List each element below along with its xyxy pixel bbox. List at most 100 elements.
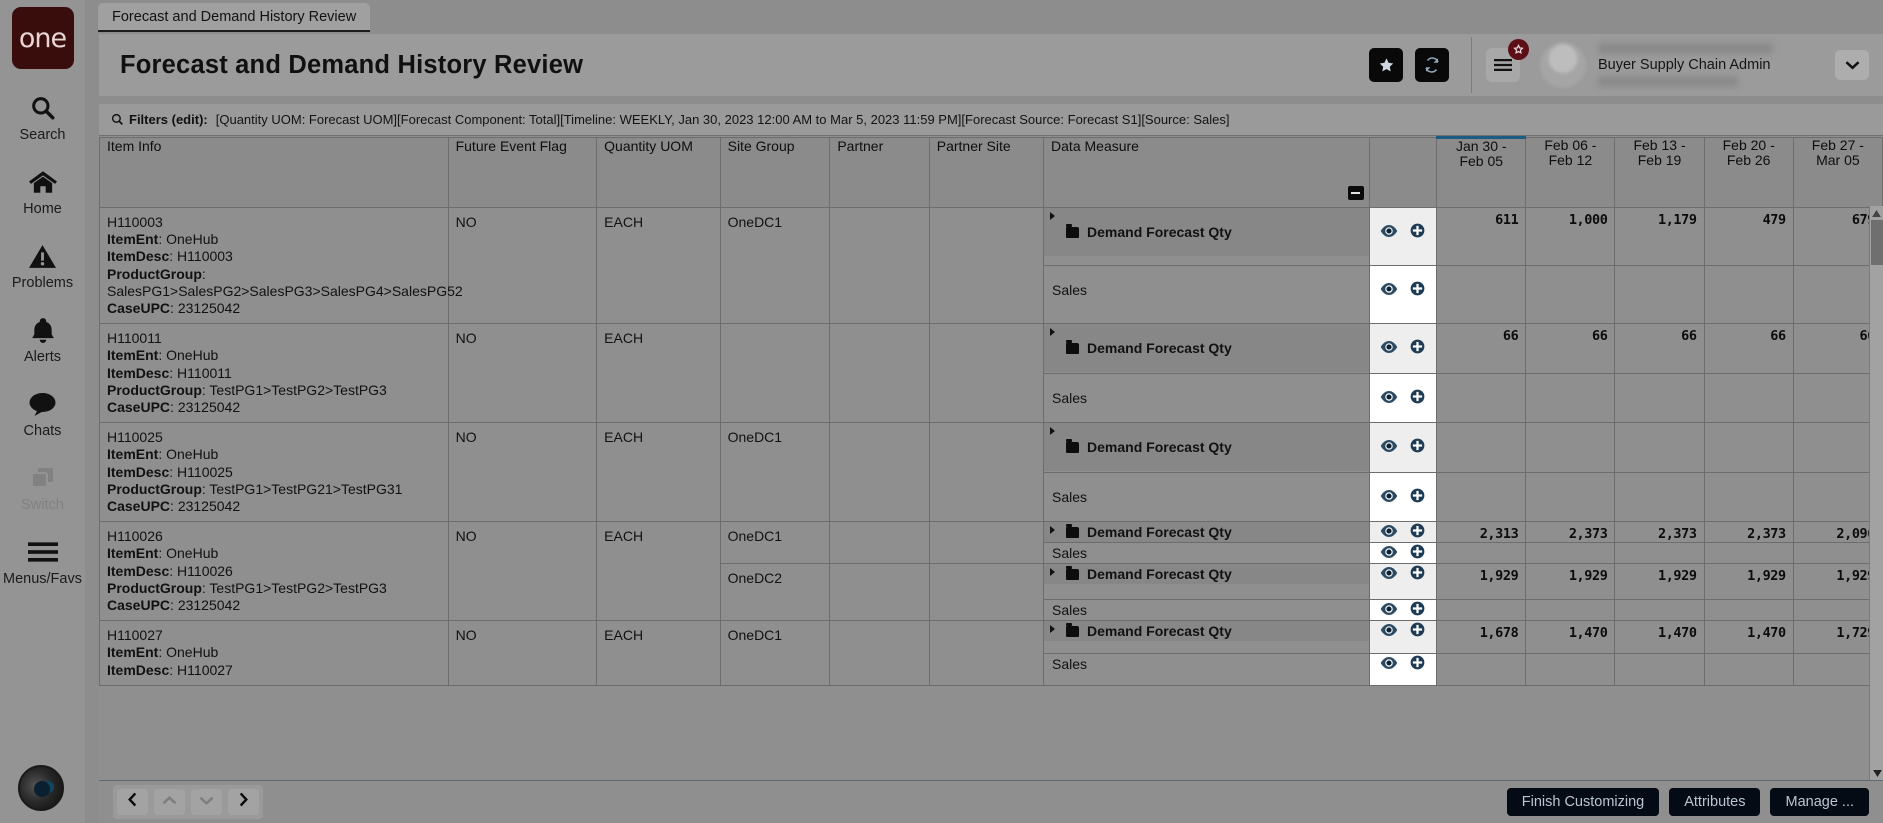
row-actions-cell[interactable] — [1368, 206, 1438, 267]
value-cell[interactable] — [1525, 599, 1616, 622]
value-cell[interactable] — [1525, 422, 1616, 473]
value-cell[interactable] — [1703, 542, 1794, 565]
scroll-down-button[interactable] — [1870, 766, 1883, 780]
scroll-up-button[interactable] — [1870, 206, 1883, 220]
pager-chevron-up[interactable] — [154, 789, 185, 815]
value-cell[interactable]: 1,929 — [1703, 563, 1794, 601]
value-cell[interactable] — [1525, 471, 1616, 523]
eye-icon[interactable] — [1380, 623, 1398, 639]
value-cell[interactable]: 1,470 — [1525, 620, 1616, 654]
plus-circle-icon[interactable] — [1410, 389, 1425, 407]
eye-icon[interactable] — [1380, 602, 1398, 618]
table-row[interactable]: H110026 ItemEnt: OneHub ItemDesc: H110026 P… — [99, 521, 1883, 622]
table-row[interactable]: H110003 ItemEnt: OneHub ItemDesc: H110003 P… — [99, 206, 1883, 325]
data-measure-cell[interactable]: Demand Forecast Qty — [1043, 521, 1370, 544]
value-cell[interactable]: 2,373 — [1703, 521, 1794, 544]
plus-circle-icon[interactable] — [1410, 488, 1425, 506]
column-header-item-info[interactable]: Item Info — [99, 137, 449, 208]
value-cell[interactable] — [1436, 542, 1527, 565]
plus-circle-icon[interactable] — [1410, 223, 1425, 241]
eye-icon[interactable] — [1380, 390, 1398, 406]
column-header-period-0[interactable]: Jan 30 - Feb 05 — [1436, 136, 1527, 208]
sidebar-item-search[interactable]: Search — [0, 91, 85, 143]
row-actions-cell[interactable] — [1368, 265, 1438, 325]
value-cell[interactable] — [1614, 599, 1705, 622]
value-cell[interactable] — [1703, 599, 1794, 622]
plus-circle-icon[interactable] — [1410, 622, 1425, 640]
expand-arrow-icon[interactable] — [1050, 625, 1056, 634]
value-cell[interactable]: 66 — [1436, 323, 1527, 374]
column-header-period-3[interactable]: Feb 20 - Feb 26 — [1703, 137, 1794, 208]
expand-arrow-icon[interactable] — [1050, 526, 1056, 535]
row-actions-cell[interactable] — [1368, 620, 1438, 654]
value-cell[interactable] — [1436, 265, 1527, 325]
value-cell[interactable] — [1703, 372, 1794, 424]
eye-icon[interactable] — [1380, 224, 1398, 240]
plus-circle-icon[interactable] — [1410, 523, 1425, 541]
collapse-icon[interactable] — [1347, 186, 1364, 200]
eye-icon[interactable] — [1380, 524, 1398, 540]
refresh-button[interactable] — [1415, 48, 1449, 82]
row-actions-cell[interactable] — [1368, 422, 1438, 473]
column-header-partner-site[interactable]: Partner Site — [928, 137, 1045, 208]
action-finish-customizing[interactable]: Finish Customizing — [1506, 788, 1660, 816]
value-cell[interactable]: 1,678 — [1436, 620, 1527, 654]
plus-circle-icon[interactable] — [1410, 565, 1425, 583]
value-cell[interactable]: 1,000 — [1525, 206, 1616, 267]
value-cell[interactable] — [1614, 542, 1705, 565]
data-measure-cell[interactable]: Sales — [1043, 372, 1370, 424]
value-cell[interactable] — [1614, 265, 1705, 325]
column-header-data-measure[interactable]: Data Measure — [1043, 137, 1370, 208]
eye-icon[interactable] — [1380, 545, 1398, 561]
grid-vertical-scrollbar[interactable] — [1869, 206, 1883, 780]
data-measure-cell[interactable]: Sales — [1043, 542, 1370, 565]
user-menu-button[interactable] — [1835, 50, 1869, 80]
value-cell[interactable]: 66 — [1614, 323, 1705, 374]
data-measure-cell[interactable]: Demand Forecast Qty — [1043, 620, 1370, 654]
data-measure-cell[interactable]: Demand Forecast Qty — [1043, 206, 1370, 267]
plus-circle-icon[interactable] — [1410, 601, 1425, 619]
value-cell[interactable]: 1,929 — [1436, 563, 1527, 601]
eye-icon[interactable] — [1380, 566, 1398, 582]
eye-icon[interactable] — [1380, 282, 1398, 298]
action-manage[interactable]: Manage ... — [1770, 788, 1869, 816]
value-cell[interactable] — [1525, 542, 1616, 565]
value-cell[interactable] — [1703, 652, 1794, 686]
value-cell[interactable]: 2,313 — [1436, 521, 1527, 544]
row-actions-cell[interactable] — [1368, 521, 1438, 544]
value-cell[interactable]: 2,373 — [1525, 521, 1616, 544]
data-measure-cell[interactable]: Sales — [1043, 265, 1370, 325]
sidebar-item-alerts[interactable]: Alerts — [0, 313, 85, 365]
data-measure-cell[interactable]: Sales — [1043, 599, 1370, 622]
pager-chevron-right[interactable] — [228, 789, 259, 815]
plus-circle-icon[interactable] — [1410, 655, 1425, 673]
value-cell[interactable] — [1436, 422, 1527, 473]
plus-circle-icon[interactable] — [1410, 281, 1425, 299]
value-cell[interactable] — [1703, 265, 1794, 325]
value-cell[interactable] — [1614, 372, 1705, 424]
row-actions-cell[interactable] — [1368, 652, 1438, 686]
eye-icon[interactable] — [1380, 656, 1398, 672]
column-header-period-1[interactable]: Feb 06 - Feb 12 — [1525, 137, 1616, 208]
value-cell[interactable]: 66 — [1703, 323, 1794, 374]
table-row[interactable]: H110025 ItemEnt: OneHub ItemDesc: H110025 P… — [99, 422, 1883, 523]
value-cell[interactable] — [1436, 372, 1527, 424]
value-cell[interactable]: 1,929 — [1614, 563, 1705, 601]
row-actions-cell[interactable] — [1368, 563, 1438, 601]
plus-circle-icon[interactable] — [1410, 438, 1425, 456]
value-cell[interactable]: 1,929 — [1525, 563, 1616, 601]
data-measure-cell[interactable]: Sales — [1043, 471, 1370, 523]
pager-chevron-left[interactable] — [117, 789, 148, 815]
plus-circle-icon[interactable] — [1410, 339, 1425, 357]
value-cell[interactable] — [1525, 652, 1616, 686]
sidebar-item-home[interactable]: Home — [0, 165, 85, 217]
row-actions-cell[interactable] — [1368, 323, 1438, 374]
table-row[interactable]: H110011 ItemEnt: OneHub ItemDesc: H110011 P… — [99, 323, 1883, 424]
value-cell[interactable]: 1,470 — [1614, 620, 1705, 654]
column-header-partner[interactable]: Partner — [829, 137, 930, 208]
value-cell[interactable]: 1,179 — [1614, 206, 1705, 267]
action-attributes[interactable]: Attributes — [1669, 788, 1761, 816]
value-cell[interactable] — [1614, 422, 1705, 473]
value-cell[interactable] — [1614, 652, 1705, 686]
app-menu-button[interactable] — [1486, 39, 1529, 82]
